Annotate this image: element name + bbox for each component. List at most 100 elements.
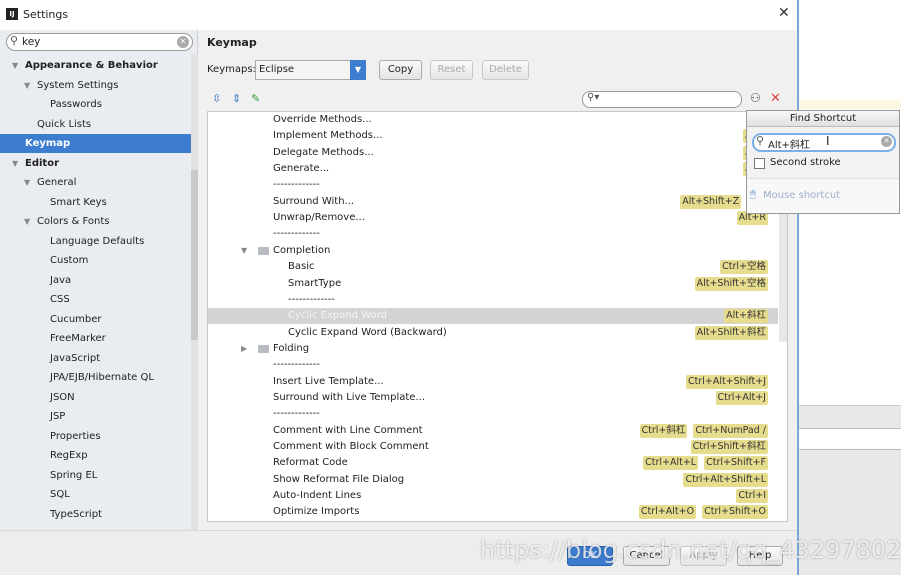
keymap-row[interactable]: Insert Live Template... Ctrl+Alt+Shift+J bbox=[208, 374, 778, 390]
edit-pencil-icon[interactable]: ✎ bbox=[251, 92, 260, 105]
folder-icon bbox=[258, 246, 269, 255]
keymap-row[interactable]: Delegate Methods...Alt+ bbox=[208, 145, 778, 161]
mouse-shortcut-area[interactable]: 🖱 Mouse shortcut bbox=[747, 178, 899, 213]
keymap-row[interactable]: ▶ Folding bbox=[208, 341, 778, 357]
keymap-row[interactable]: Basic Ctrl+空格 bbox=[208, 259, 778, 275]
shortcut-list: Ctrl+斜杠 Ctrl+NumPad / bbox=[639, 423, 768, 439]
collapse-all-icon[interactable]: ⇕ bbox=[232, 92, 241, 105]
sidebar-item[interactable]: Keymap bbox=[0, 134, 191, 153]
sidebar-item[interactable]: ▼ Editor bbox=[0, 154, 191, 173]
keymap-row[interactable]: ▼ Completion bbox=[208, 243, 778, 259]
expand-arrow-icon[interactable]: ▼ bbox=[12, 154, 18, 173]
keymap-row[interactable]: ------------- bbox=[208, 406, 778, 422]
sidebar-item[interactable]: ▼ Appearance & Behavior bbox=[0, 56, 191, 75]
second-stroke-checkbox[interactable] bbox=[754, 158, 765, 169]
keymap-row[interactable]: ------------- bbox=[208, 226, 778, 242]
find-shortcut-icon[interactable]: ⚇ bbox=[750, 91, 761, 105]
sidebar-item[interactable]: JPA/EJB/Hibernate QL bbox=[0, 368, 191, 387]
sidebar-item[interactable]: Cucumber bbox=[0, 310, 191, 329]
search-input[interactable]: key bbox=[22, 36, 40, 48]
action-label: Auto-Indent Lines bbox=[273, 490, 362, 502]
keymap-row[interactable]: Generate...Alt+ bbox=[208, 161, 778, 177]
mouse-icon: 🖱 bbox=[750, 189, 756, 200]
keymap-row[interactable]: Optimize Imports Ctrl+Alt+O Ctrl+Shift+O bbox=[208, 504, 778, 520]
shortcut-badge: Alt+斜杠 bbox=[724, 309, 768, 324]
keymap-select[interactable]: Eclipse ▼ bbox=[255, 60, 366, 80]
sidebar-item[interactable]: JavaScript bbox=[0, 349, 191, 368]
shortcut-list: Ctrl+空格 bbox=[720, 259, 768, 275]
clear-filter-icon[interactable]: ✕ bbox=[770, 91, 781, 106]
sidebar-item[interactable]: CSS bbox=[0, 290, 191, 309]
sidebar-item[interactable]: ▼ General bbox=[0, 173, 191, 192]
collapse-arrow-icon[interactable]: ▼ bbox=[241, 243, 247, 259]
sidebar-item[interactable]: Spring EL bbox=[0, 466, 191, 485]
keymap-row[interactable]: Override Methods... bbox=[208, 112, 778, 128]
action-label: ------------- bbox=[273, 408, 320, 420]
sidebar-item[interactable]: ▼ System Settings bbox=[0, 76, 191, 95]
sidebar-item-label: JavaScript bbox=[50, 352, 101, 364]
sidebar-item[interactable]: FreeMarker bbox=[0, 329, 191, 348]
sidebar-scrollbar[interactable] bbox=[191, 54, 198, 530]
shortcut-list: Ctrl+Alt+L Ctrl+Shift+F bbox=[643, 455, 768, 471]
settings-search-field[interactable]: ⚲ key ✕ bbox=[6, 33, 193, 51]
keymap-row[interactable]: Auto-Indent Lines Ctrl+I bbox=[208, 488, 778, 504]
keymap-row[interactable]: Show Reformat File Dialog Ctrl+Alt+Shift+… bbox=[208, 472, 778, 488]
sidebar-item[interactable]: JSON bbox=[0, 388, 191, 407]
sidebar-item[interactable]: ▼ Colors & Fonts bbox=[0, 212, 191, 231]
clear-search-icon[interactable]: ✕ bbox=[177, 36, 189, 48]
delete-button[interactable]: Delete bbox=[482, 60, 529, 80]
shortcut-list: Ctrl+Alt+Shift+J bbox=[685, 374, 768, 390]
keymap-row[interactable]: Cyclic Expand Word Alt+斜杠 bbox=[208, 308, 778, 325]
search-icon: ⚲ bbox=[756, 134, 765, 147]
keymap-row[interactable]: Surround with Live Template... Ctrl+Alt+J bbox=[208, 390, 778, 406]
action-label: Basic bbox=[288, 261, 315, 273]
sidebar-item[interactable]: Custom bbox=[0, 251, 191, 270]
expand-arrow-icon[interactable]: ▶ bbox=[241, 341, 247, 357]
shortcut-input[interactable]: ⚲ Alt+斜杠 I ✕ bbox=[752, 133, 896, 152]
shortcut-list: Ctrl+Shift+斜杠 bbox=[690, 439, 768, 455]
keymap-row[interactable]: SmartType Alt+Shift+空格 bbox=[208, 276, 778, 292]
close-icon[interactable]: ✕ bbox=[778, 5, 790, 21]
expand-all-icon[interactable]: ⇳ bbox=[212, 92, 221, 105]
keymap-row[interactable]: Reformat Code Ctrl+Alt+L Ctrl+Shift+F bbox=[208, 455, 778, 471]
shortcut-badge: Alt+Shift+Z bbox=[680, 194, 742, 209]
keymap-filter-input[interactable]: ⚲▾ bbox=[582, 91, 742, 108]
keymap-row[interactable]: Comment with Block Comment Ctrl+Shift+斜杠 bbox=[208, 439, 778, 455]
ide-panel-strip bbox=[799, 428, 901, 450]
keymap-row[interactable]: Unwrap/Remove... Alt+R bbox=[208, 210, 778, 226]
search-dropdown-icon[interactable]: ⚲▾ bbox=[587, 92, 599, 103]
clear-icon[interactable]: ✕ bbox=[881, 136, 892, 147]
intellij-logo-icon: IJ bbox=[6, 8, 18, 20]
keymap-row[interactable]: Surround With...Alt+Shift+ZCtrl bbox=[208, 194, 778, 210]
expand-arrow-icon[interactable]: ▼ bbox=[24, 212, 30, 231]
expand-arrow-icon[interactable]: ▼ bbox=[24, 173, 30, 192]
scrollbar-thumb[interactable] bbox=[191, 170, 198, 340]
keymap-row[interactable]: Implement Methods...Alt+ bbox=[208, 128, 778, 144]
expand-arrow-icon[interactable]: ▼ bbox=[24, 76, 30, 95]
keymap-tree: Override Methods...Implement Methods...A… bbox=[207, 111, 788, 522]
keymap-row[interactable]: ------------- bbox=[208, 177, 778, 193]
keymap-row[interactable]: ------------- bbox=[208, 357, 778, 373]
sidebar-item[interactable]: Quick Lists bbox=[0, 115, 191, 134]
shortcut-list: Ctrl+Alt+Shift+L bbox=[683, 472, 768, 488]
sidebar-item[interactable]: RegExp bbox=[0, 446, 191, 465]
keymap-row[interactable]: Comment with Line Comment Ctrl+斜杠 Ctrl+Num… bbox=[208, 423, 778, 439]
expand-arrow-icon[interactable]: ▼ bbox=[12, 56, 18, 75]
sidebar-item[interactable]: Smart Keys bbox=[0, 193, 191, 212]
copy-button[interactable]: Copy bbox=[379, 60, 422, 80]
sidebar-item[interactable]: JSP bbox=[0, 407, 191, 426]
sidebar-item[interactable]: Properties bbox=[0, 427, 191, 446]
reset-button[interactable]: Reset bbox=[430, 60, 473, 80]
chevron-down-icon[interactable]: ▼ bbox=[350, 60, 366, 80]
sidebar-item[interactable]: Language Defaults bbox=[0, 232, 191, 251]
keymap-row[interactable]: ------------- bbox=[208, 292, 778, 308]
action-label: Comment with Block Comment bbox=[273, 441, 429, 452]
watermark: https://blog.csdn.net/qq_43297802 bbox=[480, 536, 901, 564]
sidebar-item[interactable]: Java bbox=[0, 271, 191, 290]
sidebar-item[interactable]: TypeScript bbox=[0, 505, 191, 524]
shortcut-badge: Ctrl+Alt+L bbox=[643, 456, 699, 471]
keymap-row[interactable]: Cyclic Expand Word (Backward) Alt+Shift+斜… bbox=[208, 325, 778, 341]
sidebar-item[interactable]: Passwords bbox=[0, 95, 191, 114]
sidebar-item[interactable]: SQL bbox=[0, 485, 191, 504]
sidebar-item-label: Spring EL bbox=[50, 469, 98, 481]
